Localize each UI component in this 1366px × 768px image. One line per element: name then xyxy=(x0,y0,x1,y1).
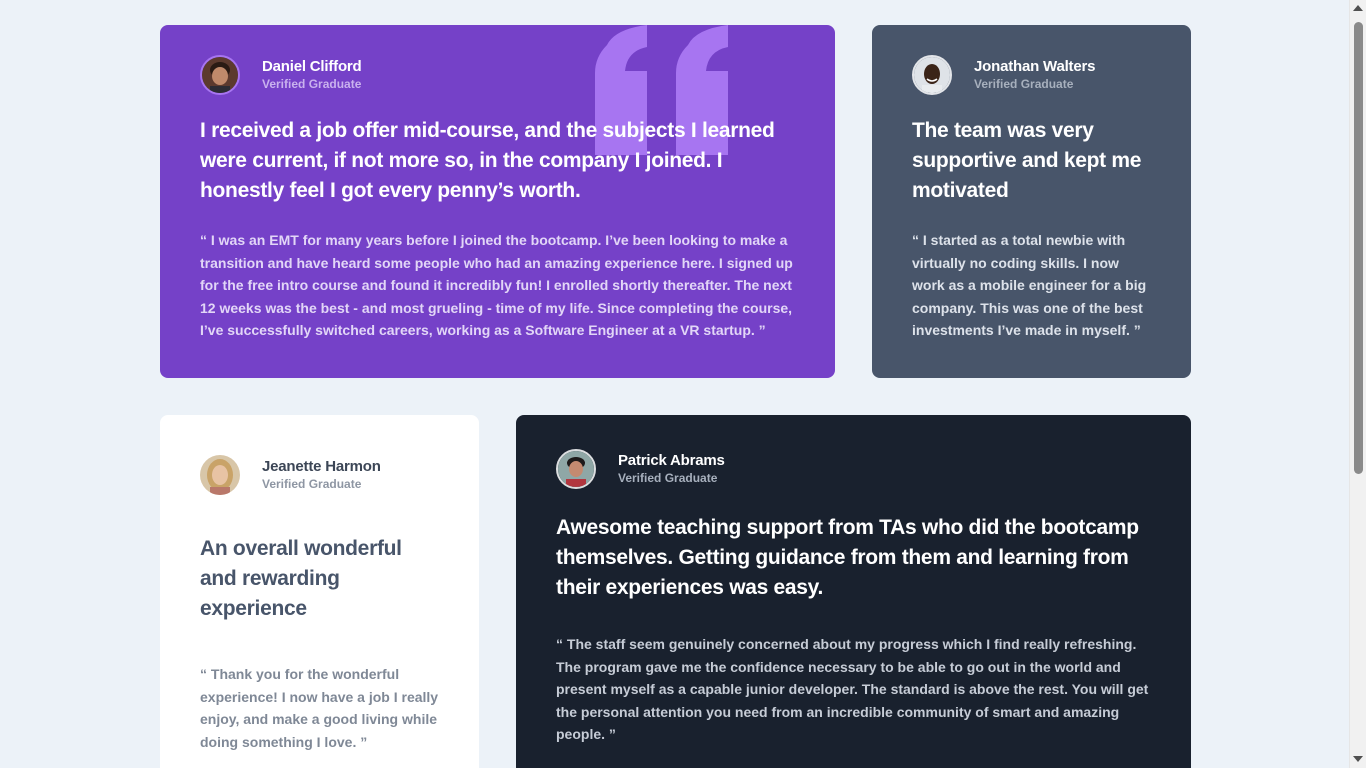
author-name: Jonathan Walters xyxy=(974,58,1096,75)
verified-badge: Verified Graduate xyxy=(262,77,362,91)
scrollbar-thumb[interactable] xyxy=(1354,22,1363,474)
testimonial-card-jonathan: Jonathan Walters Verified Graduate The t… xyxy=(872,25,1191,378)
testimonial-headline: I received a job offer mid-course, and t… xyxy=(200,119,775,202)
testimonial-body: “ I was an EMT for many years before I j… xyxy=(200,232,793,338)
testimonial-body: “ Thank you for the wonderful experience… xyxy=(200,666,439,750)
vertical-scrollbar[interactable] xyxy=(1349,0,1366,768)
testimonial-body: “ The staff seem genuinely concerned abo… xyxy=(556,636,1149,742)
avatar-jeanette-icon xyxy=(200,455,240,495)
avatar-daniel-icon xyxy=(200,55,240,95)
testimonial-card-patrick: Patrick Abrams Verified Graduate Awesome… xyxy=(516,415,1191,768)
author-name: Daniel Clifford xyxy=(262,58,362,75)
testimonial-header: Jeanette Harmon Verified Graduate xyxy=(200,455,439,495)
testimonial-header: Jonathan Walters Verified Graduate xyxy=(912,55,1151,95)
testimonial-header: Patrick Abrams Verified Graduate xyxy=(556,449,1151,489)
avatar-jonathan-icon xyxy=(912,55,952,95)
verified-badge: Verified Graduate xyxy=(974,77,1074,91)
verified-badge: Verified Graduate xyxy=(262,477,362,491)
author-name: Jeanette Harmon xyxy=(262,458,381,475)
testimonial-card-daniel: Daniel Clifford Verified Graduate I rece… xyxy=(160,25,835,378)
author-name: Patrick Abrams xyxy=(618,452,725,469)
verified-badge: Verified Graduate xyxy=(618,471,718,485)
testimonial-header: Daniel Clifford Verified Graduate xyxy=(200,55,795,95)
scroll-down-arrow-icon[interactable] xyxy=(1353,756,1363,762)
testimonial-card-jeanette: Jeanette Harmon Verified Graduate An ove… xyxy=(160,415,479,768)
testimonials-page: Daniel Clifford Verified Graduate I rece… xyxy=(0,0,1366,768)
scroll-up-arrow-icon[interactable] xyxy=(1353,5,1363,11)
testimonial-headline: An overall wonderful and rewarding exper… xyxy=(200,537,402,620)
testimonial-headline: Awesome teaching support from TAs who di… xyxy=(556,516,1139,599)
testimonial-body: “ I started as a total newbie with virtu… xyxy=(912,232,1147,338)
avatar-patrick-icon xyxy=(556,449,596,489)
testimonial-headline: The team was very supportive and kept me… xyxy=(912,119,1142,202)
